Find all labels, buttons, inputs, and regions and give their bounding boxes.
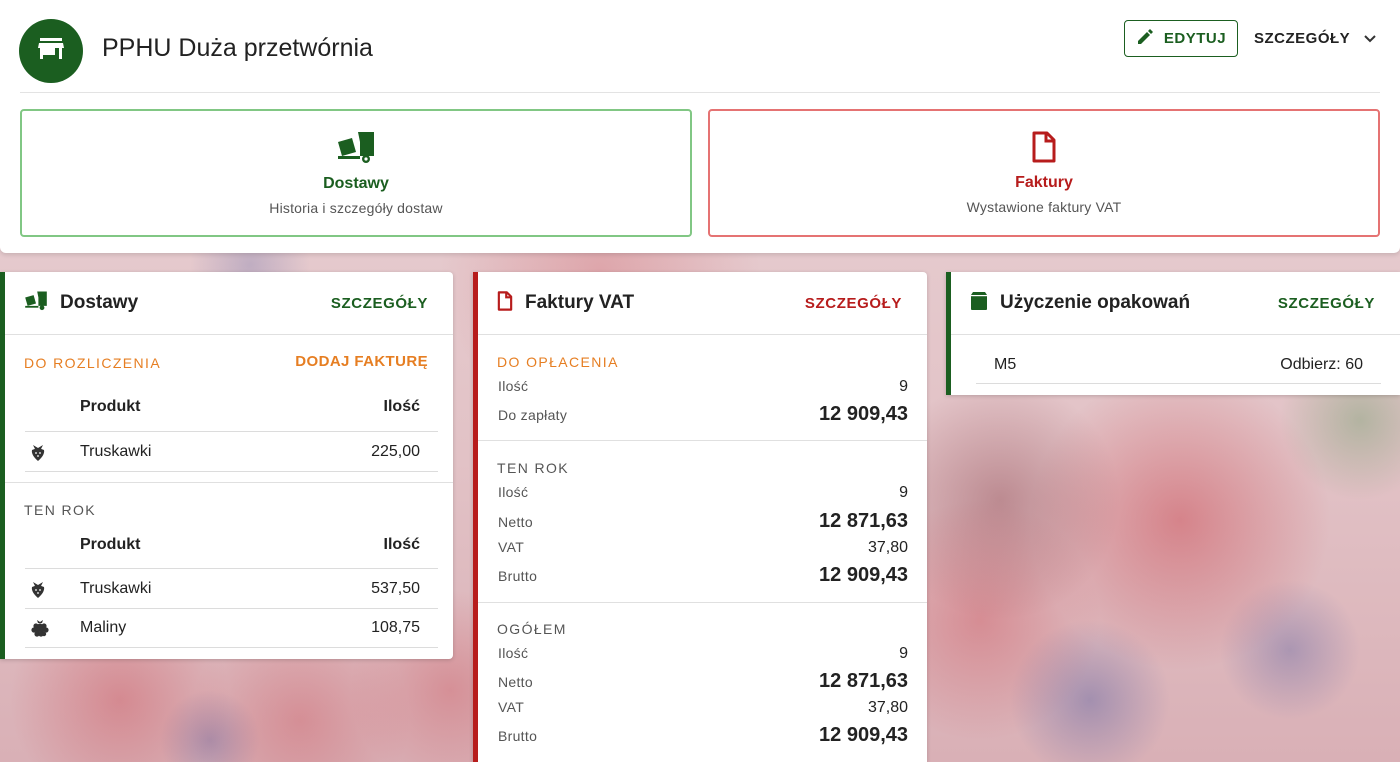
due-value: 12 909,43 [819,403,908,425]
store-icon [38,37,64,65]
count-value: 9 [899,484,908,501]
packaging-name: M5 [994,355,1017,373]
section-divider [478,440,927,441]
nav-card-deliveries-title: Dostawy [323,175,389,192]
to-pay-label: DO OPŁACENIA [497,354,619,370]
this-year-net-row: Netto 12 871,63 [498,510,908,533]
nav-card-deliveries-subtitle: Historia i szczegóły dostaw [269,200,443,216]
col-qty: Ilość [383,536,420,553]
product-name: Truskawki [80,579,152,597]
details-dropdown-button[interactable]: SZCZEGÓŁY [1246,20,1386,57]
vat-label: VAT [498,699,525,715]
deliveries-details-link[interactable]: SZCZEGÓŁY [331,295,428,312]
packaging-details-link[interactable]: SZCZEGÓŁY [1278,295,1375,312]
raspberry-icon [25,619,80,637]
product-qty: 225,00 [371,442,420,460]
edit-button-label: EDYTUJ [1163,30,1227,47]
table-header: Produkt Ilość [25,527,438,563]
count-label: Ilość [498,645,529,661]
packaging-panel-header: Użyczenie opakowań SZCZEGÓŁY [951,272,1400,335]
gross-value: 12 909,43 [819,724,908,746]
to-pay-due-row: Do zapłaty 12 909,43 [498,403,908,426]
total-count-row: Ilość 9 [498,645,908,663]
deliveries-panel-title: Dostawy [60,292,139,313]
truck-icon [336,130,376,169]
table-row: Maliny 108,75 [25,608,438,648]
gross-label: Brutto [498,568,538,584]
nav-card-invoices[interactable]: Faktury Wystawione faktury VAT [708,109,1380,237]
packaging-panel: Użyczenie opakowań SZCZEGÓŁY M5 Odbierz:… [946,272,1400,395]
nav-card-deliveries[interactable]: Dostawy Historia i szczegóły dostaw [20,109,692,237]
invoices-panel-header: Faktury VAT SZCZEGÓŁY [478,272,927,335]
details-dropdown-label: SZCZEGÓŁY [1254,30,1351,47]
this-year-gross-row: Brutto 12 909,43 [498,564,908,587]
count-label: Ilość [498,484,529,500]
col-product: Produkt [80,398,141,415]
table-row: Truskawki 537,50 [25,568,438,608]
avatar [19,19,83,83]
to-settle-label: DO ROZLICZENIA [24,355,162,371]
to-pay-count-row: Ilość 9 [498,378,908,396]
col-product: Produkt [80,536,141,553]
product-qty: 108,75 [371,619,420,636]
product-name: Truskawki [80,442,152,460]
table-header: Produkt Ilość [25,389,438,425]
total-gross-row: Brutto 12 909,43 [498,724,908,747]
chevron-down-icon [1364,30,1376,47]
count-value: 9 [899,645,908,662]
total-label: OGÓŁEM [497,621,567,637]
gross-value: 12 909,43 [819,564,908,586]
deliveries-panel: Dostawy SZCZEGÓŁY DO ROZLICZENIA DODAJ F… [0,272,453,659]
this-year-label: TEN ROK [497,460,570,476]
invoices-panel: Faktury VAT SZCZEGÓŁY DO OPŁACENIA Ilość… [473,272,927,762]
invoices-details-link[interactable]: SZCZEGÓŁY [805,295,902,312]
vat-value: 37,80 [867,539,908,556]
count-label: Ilość [498,378,529,394]
strawberry-icon [25,580,80,598]
pencil-icon [1136,28,1154,50]
deliveries-panel-header: Dostawy SZCZEGÓŁY [5,272,453,335]
this-year-label: TEN ROK [24,502,97,518]
col-qty: Ilość [383,398,420,415]
truck-icon [24,290,48,316]
net-value: 12 871,63 [819,510,908,532]
nav-card-invoices-title: Faktury [1015,174,1073,191]
product-qty: 537,50 [371,579,420,597]
net-label: Netto [498,674,533,690]
add-invoice-button[interactable]: DODAJ FAKTURĘ [295,353,428,370]
table-row: Truskawki 225,00 [25,431,438,472]
section-divider [478,602,927,603]
page-title: PPHU Duża przetwórnia [102,34,373,62]
vat-value: 37,80 [867,699,908,716]
gross-label: Brutto [498,728,538,744]
invoices-panel-title: Faktury VAT [525,292,635,313]
header-divider [20,92,1380,93]
this-year-count-row: Ilość 9 [498,484,908,502]
count-value: 9 [899,378,908,395]
this-year-section: TEN ROK Produkt Ilość Truskawki 537,50 M… [5,483,453,659]
strawberry-icon [25,443,80,461]
product-name: Maliny [80,619,127,636]
edit-button[interactable]: EDYTUJ [1124,20,1238,57]
document-icon [497,290,513,316]
packaging-value: Odbierz: 60 [1280,355,1363,373]
this-year-vat-row: VAT 37,80 [498,539,908,557]
due-label: Do zapłaty [498,407,568,423]
net-label: Netto [498,514,533,530]
total-vat-row: VAT 37,80 [498,699,908,717]
packaging-panel-title: Użyczenie opakowań [1000,292,1191,313]
to-settle-section: DO ROZLICZENIA DODAJ FAKTURĘ Produkt Ilo… [5,335,453,482]
document-icon [1031,131,1057,168]
list-item: M5 Odbierz: 60 [976,346,1381,384]
net-value: 12 871,63 [819,670,908,692]
container-icon [970,291,988,316]
total-net-row: Netto 12 871,63 [498,670,908,693]
nav-card-invoices-subtitle: Wystawione faktury VAT [966,199,1122,215]
vat-label: VAT [498,539,525,555]
header-card: PPHU Duża przetwórnia EDYTUJ SZCZEGÓŁY D… [0,0,1400,253]
